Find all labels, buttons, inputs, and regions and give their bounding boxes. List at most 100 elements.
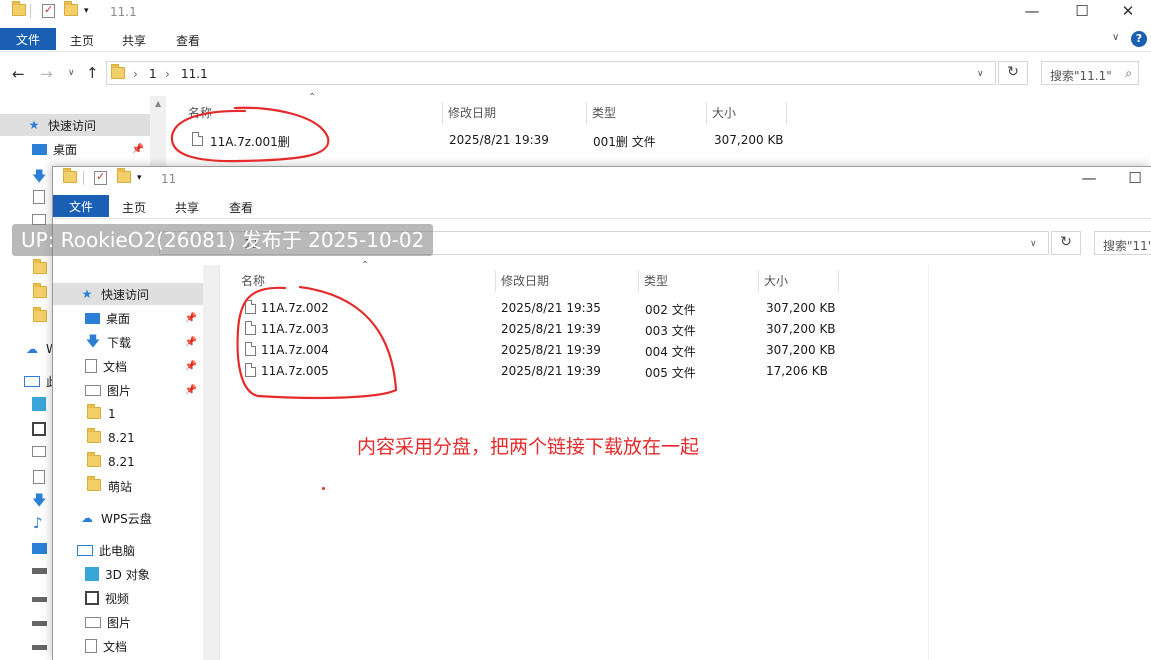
pin-icon[interactable]: 📌: [185, 337, 197, 348]
chevron-down-icon[interactable]: ∨: [977, 69, 984, 79]
star-icon: ★: [81, 287, 93, 301]
column-header-size[interactable]: 大小: [712, 104, 736, 121]
properties-icon[interactable]: [42, 3, 56, 18]
column-header-name[interactable]: 名称: [188, 104, 212, 121]
sidebar-item-folder-mengzhan[interactable]: 萌站: [53, 475, 203, 497]
search-input[interactable]: 搜索"11": [1094, 231, 1151, 255]
refresh-button[interactable]: ↻: [1051, 231, 1081, 255]
sidebar-item-label: 此电脑: [99, 543, 136, 558]
expand-ribbon-icon[interactable]: ∨: [1112, 32, 1119, 43]
sidebar-item-quick-access[interactable]: ★ 快速访问: [0, 114, 150, 136]
picture-icon: [85, 384, 101, 396]
download-icon: 🡇: [32, 493, 47, 509]
sidebar-item-quick-access[interactable]: ★ 快速访问: [53, 283, 203, 305]
drive-icon: [32, 645, 47, 650]
help-icon[interactable]: ?: [1131, 31, 1147, 47]
customize-toolbar-icon[interactable]: ▾: [84, 6, 98, 20]
search-input[interactable]: 搜索"11.1" ⌕: [1041, 61, 1139, 85]
properties-icon[interactable]: [94, 170, 108, 185]
cloud-icon: ☁: [26, 342, 38, 356]
search-icon: ⌕: [1125, 66, 1132, 80]
close-button[interactable]: ✕: [1118, 2, 1138, 20]
divider[interactable]: [442, 102, 443, 124]
video-icon: [32, 422, 46, 436]
pin-icon[interactable]: 📌: [185, 361, 197, 372]
maximize-button[interactable]: ☐: [1125, 169, 1145, 187]
scroll-up-icon[interactable]: ▲: [155, 99, 161, 108]
column-header-size[interactable]: 大小: [764, 272, 788, 289]
sidebar-item-this-pc[interactable]: 此电脑: [53, 539, 203, 561]
breadcrumb-item[interactable]: 1: [149, 67, 157, 81]
back-arrow-icon[interactable]: ←: [12, 65, 25, 83]
chevron-down-icon[interactable]: ∨: [1030, 239, 1037, 249]
pin-icon[interactable]: 📌: [132, 144, 144, 155]
table-row[interactable]: 11A.7z.005 2025/8/21 19:39 005 文件 17,206…: [223, 361, 863, 381]
tab-file[interactable]: 文件: [53, 195, 109, 217]
sidebar-item-3d-objects[interactable]: 3D 对象: [53, 563, 203, 585]
sidebar-item-label: 萌站: [108, 479, 133, 494]
divider[interactable]: [638, 270, 639, 292]
minimize-button[interactable]: —: [1022, 2, 1042, 20]
divider[interactable]: [758, 270, 759, 292]
folder-icon: [86, 452, 102, 469]
address-bar[interactable]: › 1 › 11.1 ∨: [106, 61, 996, 85]
breadcrumb-item[interactable]: 11.1: [181, 67, 208, 81]
new-folder-icon[interactable]: [117, 168, 131, 185]
divider[interactable]: [495, 270, 496, 292]
red-dot-mark: [322, 487, 325, 490]
table-row[interactable]: 11A.7z.002 2025/8/21 19:35 002 文件 307,20…: [223, 298, 863, 318]
table-row[interactable]: 11A.7z.003 2025/8/21 19:39 003 文件 307,20…: [223, 319, 863, 339]
column-header-date[interactable]: 修改日期: [501, 272, 549, 289]
sidebar-item-label: 文档: [103, 639, 128, 654]
file-name: 11A.7z.005: [261, 364, 329, 378]
column-header-type[interactable]: 类型: [644, 272, 668, 289]
forward-arrow-icon[interactable]: →: [40, 65, 53, 83]
minimize-button[interactable]: —: [1079, 169, 1099, 187]
tab-share[interactable]: 共享: [122, 32, 146, 49]
column-header-type[interactable]: 类型: [592, 104, 616, 121]
pin-icon[interactable]: 📌: [185, 385, 197, 396]
tab-share[interactable]: 共享: [175, 199, 199, 216]
tab-view[interactable]: 查看: [176, 32, 200, 49]
picture-icon: [32, 446, 46, 457]
sidebar-item-pictures-pc[interactable]: 图片: [53, 611, 203, 633]
new-folder-icon[interactable]: [64, 1, 78, 18]
customize-toolbar-icon[interactable]: ▾: [137, 173, 151, 187]
table-row[interactable]: 11A.7z.001删 2025/8/21 19:39 001删 文件 307,…: [170, 130, 810, 150]
table-row[interactable]: 11A.7z.004 2025/8/21 19:39 004 文件 307,20…: [223, 340, 863, 360]
sidebar-item-desktop[interactable]: 桌面 📌: [53, 307, 203, 329]
sidebar-item-documents[interactable]: 文档 📌: [53, 355, 203, 377]
file-list: ⌃ 名称 修改日期 类型 大小 11A.7z.001删 2025/8/21 19…: [170, 92, 810, 164]
sidebar-item-downloads[interactable]: 🡇 下载 📌: [53, 331, 203, 353]
divider[interactable]: [706, 102, 707, 124]
sidebar-item-wps-cloud[interactable]: ☁ WPS云盘: [53, 507, 203, 529]
sidebar-item-videos[interactable]: 视频: [53, 587, 203, 609]
sidebar-item-documents-pc[interactable]: 文档: [53, 635, 203, 657]
sidebar-item-folder-1[interactable]: 1: [53, 403, 203, 425]
recent-locations-icon[interactable]: ∨: [68, 68, 75, 78]
computer-icon: [24, 375, 40, 387]
divider[interactable]: [586, 102, 587, 124]
file-type: 002 文件: [645, 303, 696, 317]
tab-view[interactable]: 查看: [229, 199, 253, 216]
search-placeholder: 搜索"11": [1103, 239, 1151, 253]
refresh-button[interactable]: ↻: [998, 61, 1028, 85]
column-header-name[interactable]: 名称: [241, 272, 265, 289]
divider[interactable]: [786, 102, 787, 124]
scrollbar[interactable]: [203, 265, 219, 660]
sidebar-item-folder-8-21-b[interactable]: 8.21: [53, 451, 203, 473]
sidebar-item-pictures[interactable]: 图片 📌: [53, 379, 203, 401]
pin-icon[interactable]: 📌: [185, 313, 197, 324]
maximize-button[interactable]: ☐: [1072, 2, 1092, 20]
up-arrow-icon[interactable]: ↑: [86, 64, 99, 82]
file-date: 2025/8/21 19:39: [449, 133, 549, 147]
drive-icon: [32, 597, 47, 602]
sidebar-item-folder-8-21[interactable]: 8.21: [53, 427, 203, 449]
tab-home[interactable]: 主页: [70, 32, 94, 49]
tab-home[interactable]: 主页: [122, 199, 146, 216]
tab-file[interactable]: 文件: [0, 28, 56, 50]
sidebar-item-desktop[interactable]: 桌面 📌: [0, 138, 150, 160]
column-header-date[interactable]: 修改日期: [448, 104, 496, 121]
download-icon: 🡇: [32, 169, 47, 185]
divider[interactable]: [838, 270, 839, 292]
